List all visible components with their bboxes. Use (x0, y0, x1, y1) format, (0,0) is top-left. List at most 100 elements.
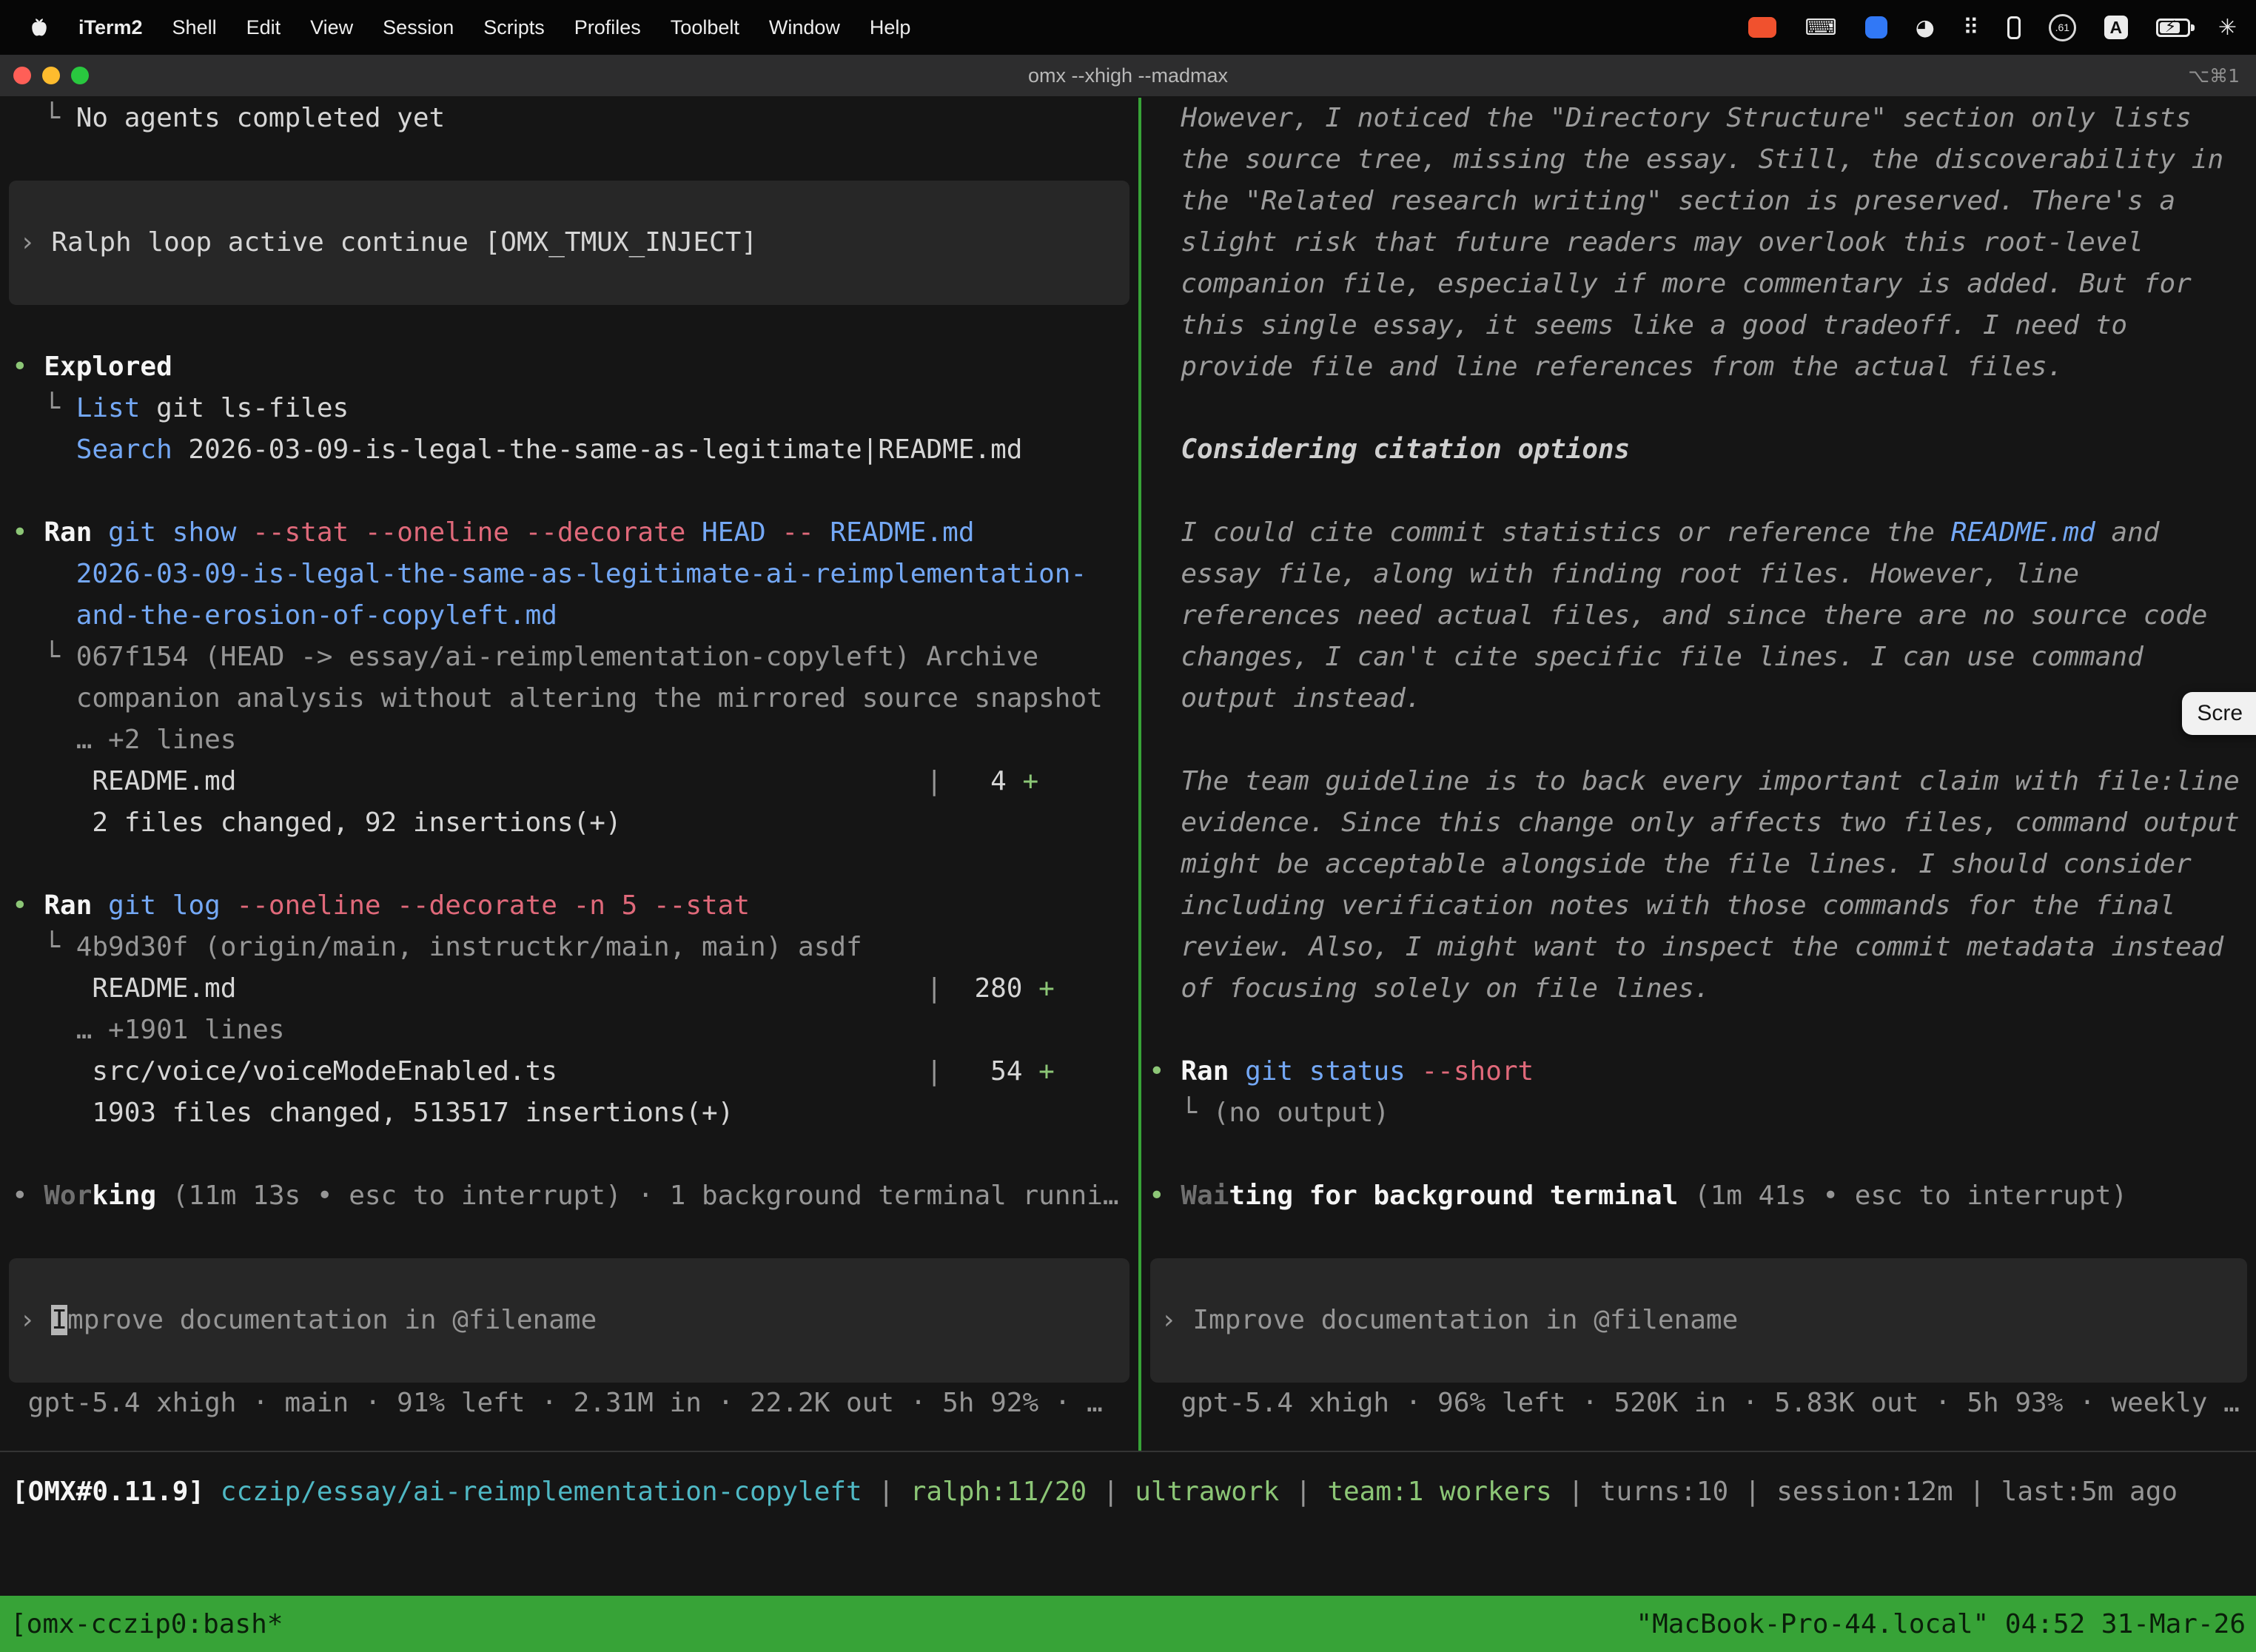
terminal-line (1141, 1217, 2256, 1258)
text-segment: › (19, 227, 51, 258)
terminal-line: might be acceptable alongside the file l… (1141, 844, 2256, 885)
text-segment: provide file and line references from th… (1149, 352, 2063, 382)
text-segment: 54 (942, 1056, 1038, 1087)
text-segment: • (1149, 1056, 1181, 1087)
keyboard-icon[interactable]: ⌨ (1805, 15, 1836, 41)
terminal-line: including verification notes with those … (1141, 885, 2256, 927)
text-segment: README.md (1951, 517, 2095, 548)
text-segment: … +2 lines (12, 725, 236, 755)
zoom-button[interactable] (71, 67, 89, 84)
text-segment: Ran (44, 517, 92, 548)
text-segment: Improve documentation in @filename (1192, 1305, 1738, 1335)
terminal-line: › Improve documentation in @filename (9, 1300, 1129, 1341)
text-segment: this single essay, it seems like a good … (1149, 310, 2127, 340)
terminal-line: of focusing solely on file lines. (1141, 968, 2256, 1010)
text-segment: src/voice/voiceModeEnabled.ts (12, 1056, 557, 1087)
terminal-line: evidence. Since this change only affects… (1141, 802, 2256, 844)
text-segment: README.md (12, 973, 236, 1004)
right-prompt-input-box[interactable]: › Improve documentation in @filename (1150, 1258, 2247, 1383)
text-segment: The team guideline is to back every impo… (1149, 766, 2240, 796)
screen: iTerm2 Shell Edit View Session Scripts Profile… (0, 0, 2256, 1652)
text-segment: changes, I can't cite specific file line… (1149, 642, 2143, 672)
input-source-icon[interactable]: A (2104, 16, 2128, 39)
terminal-line: this single essay, it seems like a good … (1141, 305, 2256, 346)
right-pane-body-lines: However, I noticed the "Directory Struct… (1141, 98, 2256, 1258)
right-pane[interactable]: However, I noticed the "Directory Struct… (1141, 98, 2256, 1451)
terminal-line: • Ran git status --short (1141, 1051, 2256, 1092)
text-segment: I could cite commit statistics or refere… (1149, 517, 1951, 548)
menu-item-edit[interactable]: Edit (246, 16, 281, 39)
text-segment (92, 890, 108, 921)
menu-item-toolbelt[interactable]: Toolbelt (671, 16, 739, 39)
text-segment: └ (1149, 1098, 1213, 1128)
close-button[interactable] (13, 67, 31, 84)
raycast-icon[interactable] (1865, 16, 1887, 38)
apple-menu-icon[interactable] (30, 16, 49, 38)
text-segment: 4b9d30f (origin/main, instructkr/main, m… (76, 932, 862, 962)
text-segment: cczip/essay/ai-reimplementation-copyleft (221, 1477, 862, 1507)
moon-icon[interactable]: ◕ (1916, 15, 1935, 41)
text-segment: and (2095, 517, 2160, 548)
iphone-mirroring-icon[interactable] (2007, 16, 2021, 39)
menu-item-iterm2[interactable]: iTerm2 (78, 16, 143, 39)
terminal-line (1141, 1134, 2256, 1175)
text-segment: --short (1406, 1056, 1534, 1087)
text-segment: 2 files changed, 92 insertions(+) (12, 807, 622, 838)
text-segment: 067f154 (HEAD -> essay/ai-reimplementati… (76, 642, 1038, 672)
screen-share-overlay-button[interactable]: Scre (2182, 692, 2256, 735)
fan-icon[interactable]: ✳ (2218, 15, 2237, 41)
terminal-line: › Improve documentation in @filename (1150, 1300, 2247, 1341)
text-segment: git log (108, 890, 221, 921)
left-prompt-input-box[interactable]: › Improve documentation in @filename (9, 1258, 1129, 1383)
text-segment: evidence. Since this change only affects… (1149, 807, 2240, 838)
text-segment: ultrawork (1135, 1477, 1279, 1507)
text-segment: | (926, 973, 942, 1004)
terminal-line: └ List git ls-files (0, 388, 1138, 429)
window-shortcut-badge: ⌥⌘1 (2188, 65, 2256, 87)
text-segment: last:5m ago (2001, 1477, 2178, 1507)
menu-item-scripts[interactable]: Scripts (483, 16, 545, 39)
text-segment: └ (12, 103, 76, 133)
ralph-loop-banner-line: › Ralph loop active continue [OMX_TMUX_I… (9, 222, 1129, 263)
terminal-line: • Working (11m 13s • esc to interrupt) ·… (0, 1175, 1138, 1217)
menu-item-profiles[interactable]: Profiles (574, 16, 641, 39)
menu-item-shell[interactable]: Shell (172, 16, 217, 39)
recording-indicator-icon[interactable] (1748, 17, 1776, 38)
menu-item-session[interactable]: Session (383, 16, 454, 39)
left-pane[interactable]: └ No agents completed yet › Ralph loop a… (0, 98, 1138, 1451)
text-segment: gpt-5.4 xhigh · 96% left · 520K in · 5.8… (1149, 1388, 2240, 1418)
omx-status-bar: [OMX#0.11.9] cczip/essay/ai-reimplementa… (0, 1451, 2256, 1596)
text-segment: companion file, especially if more comme… (1149, 269, 2192, 299)
text-segment: session:12m (1776, 1477, 1953, 1507)
menu-item-help[interactable]: Help (870, 16, 911, 39)
terminal-line: references need actual files, and since … (1141, 595, 2256, 637)
text-segment: companion analysis without altering the … (12, 683, 1103, 713)
text-segment: (11m 13s • esc to interrupt) (172, 1181, 622, 1211)
terminal-line (1141, 388, 2256, 429)
terminal-line: Search 2026-03-09-is-legal-the-same-as-l… (0, 429, 1138, 471)
terminal-line: essay file, along with finding root file… (1141, 554, 2256, 595)
text-segment: | (862, 1477, 910, 1507)
terminal-line: and-the-erosion-of-copyleft.md (0, 595, 1138, 637)
text-segment: I (51, 1305, 67, 1335)
omx-status-line: [OMX#0.11.9] cczip/essay/ai-reimplementa… (0, 1471, 2256, 1513)
minimize-button[interactable] (42, 67, 60, 84)
text-segment: 280 (942, 973, 1038, 1004)
menu-status-icons: ⌨ ◕ ⠿ .61 A ⚡ ✳ (1748, 14, 2237, 41)
terminal-line: However, I noticed the "Directory Struct… (1141, 98, 2256, 139)
app-grid-icon[interactable]: ⠿ (1963, 15, 1979, 41)
text-segment: └ (12, 932, 76, 962)
terminal-line: • Explored (0, 346, 1138, 388)
terminal-line: › Ralph loop active continue [OMX_TMUX_I… (9, 222, 1129, 263)
terminal-line: provide file and line references from th… (1141, 346, 2256, 388)
text-segment: including verification notes with those … (1149, 890, 2175, 921)
menu-item-window[interactable]: Window (769, 16, 840, 39)
menu-item-view[interactable]: View (310, 16, 353, 39)
gauge-icon[interactable]: .61 (2049, 14, 2076, 41)
text-segment: | (1728, 1477, 1776, 1507)
menu-bar: iTerm2 Shell Edit View Session Scripts Profile… (0, 0, 2256, 55)
left-prompt-input-line: › Improve documentation in @filename (9, 1300, 1129, 1341)
text-segment: • (12, 517, 44, 548)
text-segment: king (92, 1181, 156, 1211)
battery-icon[interactable]: ⚡ (2156, 19, 2190, 37)
